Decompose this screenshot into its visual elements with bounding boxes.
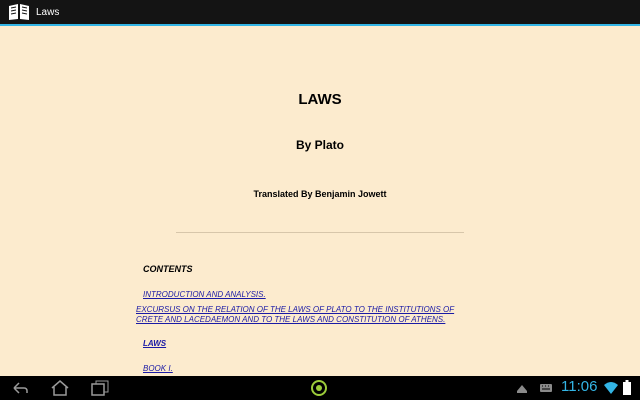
keyboard-icon[interactable] xyxy=(539,381,553,395)
wifi-icon xyxy=(604,382,618,394)
book-icon[interactable] xyxy=(8,3,30,21)
book-author: By Plato xyxy=(295,138,344,152)
system-nav-bar: 11:06 xyxy=(0,376,640,400)
action-bar: Laws xyxy=(0,0,640,26)
back-icon[interactable] xyxy=(10,379,30,397)
book-translator: Translated By Benjamin Jowett xyxy=(253,189,387,199)
notification-icon[interactable] xyxy=(515,381,529,395)
contents-heading: CONTENTS xyxy=(143,264,193,274)
book-content[interactable]: LAWS By Plato Translated By Benjamin Jow… xyxy=(0,28,640,376)
status-clock: 11:06 xyxy=(561,378,598,395)
book-title: LAWS xyxy=(298,91,342,108)
toc-link-excursus[interactable]: EXCURSUS ON THE RELATION OF THE LAWS OF … xyxy=(136,305,456,325)
divider xyxy=(176,232,464,233)
app-title: Laws xyxy=(36,6,60,18)
toc-link-book-1[interactable]: BOOK I. xyxy=(143,364,173,373)
toc-link-introduction[interactable]: INTRODUCTION AND ANALYSIS. xyxy=(143,290,266,299)
toc-link-laws[interactable]: LAWS xyxy=(143,339,166,348)
battery-icon xyxy=(623,380,631,395)
app-ring-icon[interactable] xyxy=(310,379,328,397)
recents-icon[interactable] xyxy=(90,379,110,397)
home-icon[interactable] xyxy=(50,379,70,397)
